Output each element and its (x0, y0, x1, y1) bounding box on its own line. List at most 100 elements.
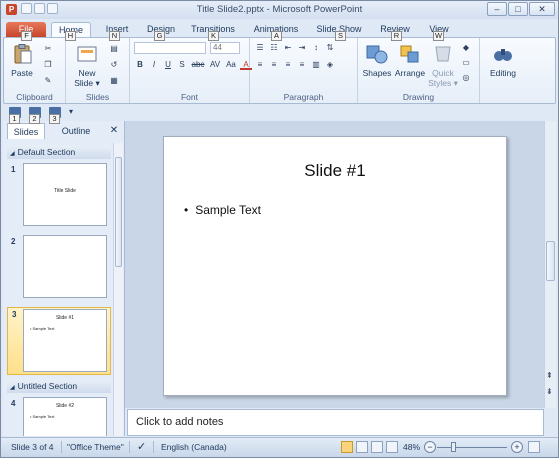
bullet-text: Sample Text (195, 203, 262, 217)
close-button[interactable]: ✕ (529, 2, 555, 16)
shape-effects-icon[interactable]: ◎ (460, 73, 472, 83)
underline-button[interactable]: U (162, 60, 174, 70)
keytip-qat-2: 2 (29, 114, 40, 124)
zoom-slider-track[interactable] (437, 447, 507, 448)
slides-pane-scrollbar[interactable] (113, 143, 123, 436)
shadow-button[interactable]: S (176, 60, 188, 70)
normal-view-icon[interactable] (341, 441, 353, 453)
cut-icon[interactable]: ✂ (42, 44, 54, 54)
group-paragraph: ☰ ☷ ⇤ ⇥ ↕ ⇅ ≡ ≡ ≡ ≡ ▥ ◈ Paragraph (250, 38, 358, 103)
tab-outline[interactable]: Outline (51, 123, 101, 139)
justify-icon[interactable]: ≡ (296, 60, 308, 70)
section-icon[interactable]: ▦ (108, 76, 120, 86)
align-right-icon[interactable]: ≡ (282, 60, 294, 70)
clipboard-group-label: Clipboard (16, 92, 53, 102)
slide-count-status: Slide 3 of 4 (11, 442, 54, 452)
keytip-review: R (391, 31, 402, 41)
section-header-untitled[interactable]: ◢ Untitled Section (7, 379, 111, 393)
qat-customize-icon[interactable]: ▾ (69, 107, 73, 116)
collapse-triangle-icon[interactable]: ◢ (10, 381, 15, 395)
shape-outline-icon[interactable]: ▭ (460, 58, 472, 68)
copy-icon[interactable]: ❐ (42, 60, 54, 70)
notes-placeholder: Click to add notes (136, 416, 224, 428)
zoom-slider-thumb[interactable] (451, 442, 456, 452)
quick-access-toolbar: ▾ (3, 105, 123, 121)
char-spacing-button[interactable]: AV (208, 60, 222, 70)
status-separator (153, 441, 154, 453)
columns-icon[interactable]: ▥ (310, 60, 322, 70)
align-left-icon[interactable]: ≡ (254, 60, 266, 70)
bullets-icon[interactable]: ☰ (254, 43, 266, 53)
text-direction-icon[interactable]: ⇅ (324, 43, 336, 53)
arrange-button[interactable]: Arrange (393, 44, 427, 78)
current-slide[interactable]: Slide #1 • Sample Text (163, 136, 507, 396)
fit-to-window-icon[interactable] (528, 441, 540, 453)
section-header-default[interactable]: ◢ Default Section (7, 145, 111, 159)
paste-button[interactable]: Paste (8, 44, 36, 78)
tab-slides[interactable]: Slides (7, 123, 45, 139)
new-slide-icon (77, 46, 97, 62)
slide-thumbnail-1[interactable]: 1 Title Slide (7, 163, 111, 230)
reading-view-icon[interactable] (371, 441, 383, 453)
font-format-row: B I U S abc AV Aa A (134, 60, 252, 70)
slide-thumbnail-4[interactable]: 4 Slide #2 • Sample Text (7, 397, 111, 436)
change-case-button[interactable]: Aa (224, 60, 238, 70)
thumb-body: • Sample Text (30, 414, 55, 419)
powerpoint-window: P Title Slide2.pptx - Microsoft PowerPoi… (0, 0, 559, 458)
maximize-button[interactable]: □ (508, 2, 528, 16)
spelling-check-icon[interactable]: ✓ (137, 440, 146, 453)
minimize-button[interactable]: – (487, 2, 507, 16)
window-controls: – □ ✕ (487, 2, 555, 16)
keytip-view: W (433, 31, 444, 41)
status-separator (129, 441, 130, 453)
theme-status[interactable]: "Office Theme" (67, 442, 124, 452)
ribbon-home: Paste ✂ ❐ ✎ Clipboard New Slide ▾ ▤ ↺ ▦ … (3, 37, 556, 104)
notes-pane[interactable]: Click to add notes (127, 409, 544, 436)
new-slide-button[interactable]: New Slide ▾ (70, 44, 104, 89)
quick-styles-icon (435, 46, 451, 62)
bold-button[interactable]: B (134, 60, 146, 70)
bullet-dot: • (184, 203, 189, 217)
zoom-in-icon[interactable]: + (511, 441, 523, 453)
slide-thumbnail-3[interactable]: 3 Slide #1 • Sample Text (7, 307, 111, 375)
next-slide-icon[interactable]: ⇟ (546, 387, 553, 396)
group-clipboard: Paste ✂ ❐ ✎ Clipboard (4, 38, 66, 103)
numbering-icon[interactable]: ☷ (268, 43, 280, 53)
smartart-icon[interactable]: ◈ (324, 60, 336, 70)
main-vertical-scrollbar[interactable]: ⇞ ⇟ (544, 121, 556, 408)
thumb-title: Slide #2 (55, 403, 75, 409)
decrease-indent-icon[interactable]: ⇤ (282, 43, 294, 53)
keytip-file: F (21, 31, 32, 41)
slide-title[interactable]: Slide #1 (164, 161, 506, 181)
main-scroll-thumb[interactable] (546, 241, 555, 281)
italic-button[interactable]: I (148, 60, 160, 70)
slide-sorter-view-icon[interactable] (356, 441, 368, 453)
shape-fill-icon[interactable]: ◆ (460, 43, 472, 53)
window-title: Title Slide2.pptx - Microsoft PowerPoint (196, 4, 363, 15)
format-painter-icon[interactable]: ✎ (42, 76, 54, 86)
collapse-triangle-icon[interactable]: ◢ (10, 147, 15, 161)
thumb-title: Slide #1 (55, 315, 75, 321)
align-center-icon[interactable]: ≡ (268, 60, 280, 70)
quick-styles-button[interactable]: Quick Styles ▾ (428, 44, 458, 89)
close-pane-icon[interactable]: ✕ (107, 123, 121, 139)
slides-pane-scroll-thumb[interactable] (115, 157, 122, 267)
reset-icon[interactable]: ↺ (108, 60, 120, 70)
zoom-out-icon[interactable]: − (424, 441, 436, 453)
layout-icon[interactable]: ▤ (108, 44, 120, 54)
font-size-dropdown[interactable]: 44 (210, 42, 240, 54)
zoom-level[interactable]: 48% (403, 442, 420, 452)
title-bar: P Title Slide2.pptx - Microsoft PowerPoi… (1, 1, 558, 19)
language-status[interactable]: English (Canada) (161, 442, 227, 452)
slide-bullet[interactable]: • Sample Text (184, 203, 261, 217)
keytip-home: H (65, 31, 76, 41)
strikethrough-button[interactable]: abc (190, 60, 206, 70)
font-name-dropdown[interactable] (134, 42, 206, 54)
editing-button[interactable]: Editing (484, 44, 522, 78)
previous-slide-icon[interactable]: ⇞ (546, 371, 553, 380)
shapes-button[interactable]: Shapes (361, 44, 393, 78)
increase-indent-icon[interactable]: ⇥ (296, 43, 308, 53)
slide-thumbnail-2[interactable]: 2 (7, 235, 111, 302)
slide-show-view-icon[interactable] (386, 441, 398, 453)
line-spacing-icon[interactable]: ↕ (310, 43, 322, 53)
